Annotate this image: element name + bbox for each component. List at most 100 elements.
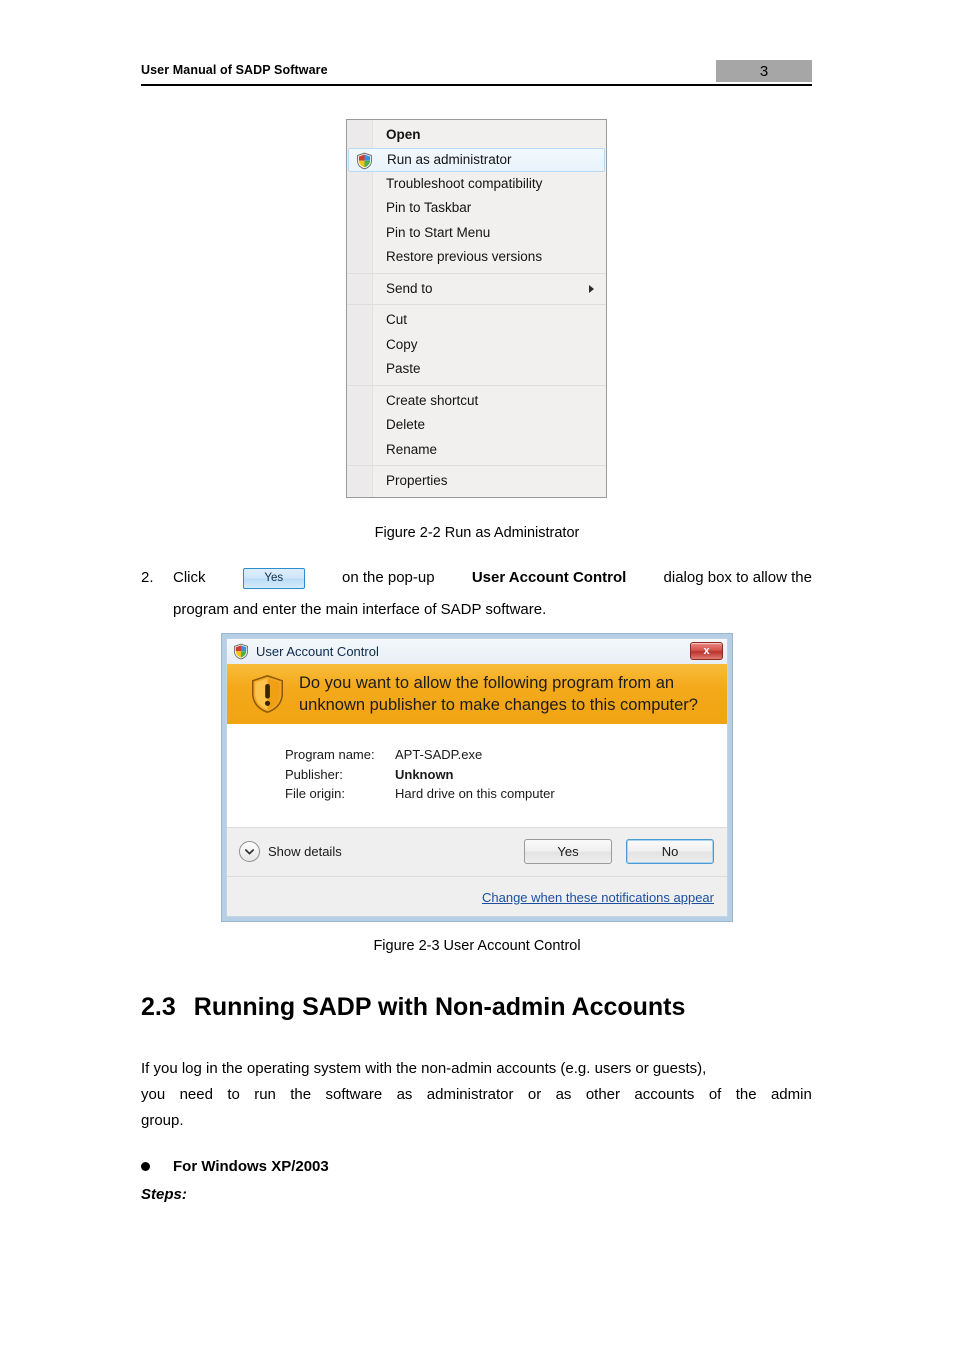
file-context-menu[interactable]: Open Run as administrator Troubleshoot com… bbox=[346, 119, 607, 498]
uac-title-text: User Account Control bbox=[256, 644, 379, 659]
section-paragraph: If you log in the operating system with … bbox=[141, 1056, 812, 1134]
menu-item-restore-previous-versions[interactable]: Restore previous versions bbox=[347, 245, 606, 270]
menu-item-cut[interactable]: Cut bbox=[347, 308, 606, 333]
paragraph-word: you bbox=[141, 1086, 166, 1103]
section-number: 2.3 bbox=[141, 993, 176, 1021]
paragraph-word: of bbox=[708, 1086, 722, 1103]
bullet-label: For Windows XP/2003 bbox=[173, 1158, 329, 1175]
warning-shield-icon bbox=[250, 674, 285, 714]
paragraph-word: accounts bbox=[634, 1086, 695, 1103]
show-details-toggle[interactable]: Show details bbox=[239, 841, 342, 862]
detail-label: File origin: bbox=[285, 786, 345, 801]
detail-row: Program name: APT-SADP.exe bbox=[285, 745, 727, 765]
menu-item-copy[interactable]: Copy bbox=[347, 333, 606, 358]
paragraph-word: the bbox=[290, 1086, 312, 1103]
detail-value: APT-SADP.exe bbox=[395, 747, 483, 762]
section-heading: 2.3 Running SADP with Non-admin Accounts bbox=[141, 993, 685, 1022]
uac-no-button[interactable]: No bbox=[626, 839, 714, 864]
shield-icon bbox=[356, 152, 373, 170]
detail-label: Program name: bbox=[285, 747, 375, 762]
menu-item-label: Pin to Taskbar bbox=[386, 200, 472, 215]
section-title: Running SADP with Non-admin Accounts bbox=[193, 993, 686, 1021]
menu-group: Properties bbox=[347, 465, 606, 497]
menu-item-pin-to-start-menu[interactable]: Pin to Start Menu bbox=[347, 221, 606, 246]
detail-row: Publisher: Unknown bbox=[285, 765, 727, 785]
bullet-windows-xp-2003: For Windows XP/2003 bbox=[141, 1158, 329, 1175]
menu-group: Cut Copy Paste bbox=[347, 304, 606, 385]
menu-item-label: Restore previous versions bbox=[386, 249, 543, 264]
uac-yes-button[interactable]: Yes bbox=[524, 839, 612, 864]
step-2-segment-a: on the pop-up bbox=[342, 569, 435, 586]
chevron-down-icon bbox=[239, 841, 260, 862]
paragraph-word: as bbox=[555, 1086, 572, 1103]
menu-item-label: Properties bbox=[386, 473, 448, 488]
uac-dialog-inner: User Account Control x Do you want to al bbox=[226, 638, 728, 917]
step-2-number: 2. bbox=[141, 569, 154, 586]
chevron-right-icon bbox=[589, 284, 594, 293]
menu-item-label: Rename bbox=[386, 441, 438, 457]
step-2-segment-b: dialog box to allow the bbox=[663, 569, 812, 586]
paragraph-word: as bbox=[396, 1086, 413, 1103]
detail-value: Unknown bbox=[395, 766, 454, 782]
step-2-click-label: Click bbox=[173, 569, 206, 586]
menu-item-label: Create shortcut bbox=[386, 392, 479, 408]
menu-item-label: Cut bbox=[386, 312, 408, 327]
running-header: User Manual of SADP Software 3 bbox=[141, 60, 812, 86]
menu-item-troubleshoot-compatibility[interactable]: Troubleshoot compatibility bbox=[347, 172, 606, 197]
uac-program-details: Program name: APT-SADP.exe Publisher: Unkno… bbox=[227, 724, 727, 827]
detail-label: Publisher: bbox=[285, 766, 343, 782]
menu-item-label: Run as administrator bbox=[387, 151, 512, 167]
menu-item-label: Copy bbox=[386, 336, 418, 352]
paragraph-word: run bbox=[254, 1086, 276, 1103]
step-2-line-2: program and enter the main interface of … bbox=[173, 601, 547, 618]
paragraph-line-1: If you log in the operating system with … bbox=[141, 1060, 707, 1077]
menu-item-label: Pin to Start Menu bbox=[386, 224, 491, 240]
menu-item-label: Open bbox=[386, 127, 421, 142]
step-2-bold-term: User Account Control bbox=[471, 569, 627, 586]
header-title: User Manual of SADP Software bbox=[141, 63, 328, 77]
menu-item-paste[interactable]: Paste bbox=[347, 357, 606, 382]
paragraph-word: administrator bbox=[426, 1086, 514, 1103]
paragraph-line-3: group. bbox=[141, 1112, 184, 1129]
uac-title-bar: User Account Control x bbox=[227, 639, 727, 664]
document-page: User Manual of SADP Software 3 Open Run a… bbox=[0, 0, 954, 1350]
windows-shield-icon bbox=[233, 643, 249, 660]
detail-row: File origin: Hard drive on this computer bbox=[285, 784, 727, 804]
uac-banner-line-2: unknown publisher to make changes to thi… bbox=[299, 696, 698, 714]
bullet-dot-icon bbox=[141, 1162, 150, 1171]
uac-banner-line-1: Do you want to allow the following progr… bbox=[299, 674, 675, 692]
paragraph-word: or bbox=[527, 1086, 542, 1103]
page-number-box: 3 bbox=[716, 60, 812, 82]
menu-item-label: Troubleshoot compatibility bbox=[386, 175, 543, 191]
menu-item-send-to[interactable]: Send to bbox=[347, 277, 606, 302]
menu-item-label: Send to bbox=[386, 280, 433, 296]
menu-item-properties[interactable]: Properties bbox=[347, 469, 606, 494]
menu-item-delete[interactable]: Delete bbox=[347, 413, 606, 438]
menu-group: Send to bbox=[347, 272, 606, 305]
uac-footer: Change when these notifications appear bbox=[227, 875, 727, 916]
menu-group: Create shortcut Delete Rename bbox=[347, 384, 606, 466]
show-details-label: Show details bbox=[268, 844, 342, 859]
close-icon[interactable]: x bbox=[690, 642, 723, 660]
user-account-control-dialog: User Account Control x Do you want to al bbox=[221, 633, 733, 922]
menu-item-open[interactable]: Open bbox=[347, 123, 606, 148]
menu-item-label: Delete bbox=[386, 417, 426, 432]
menu-item-label: Paste bbox=[386, 361, 421, 376]
menu-item-create-shortcut[interactable]: Create shortcut bbox=[347, 389, 606, 414]
menu-item-run-as-administrator[interactable]: Run as administrator bbox=[348, 147, 605, 172]
step-2-line-1: Click Yes on the pop-up User Account Con… bbox=[173, 562, 812, 594]
paragraph-word: admin bbox=[770, 1086, 812, 1103]
step-2: 2. Click Yes on the pop-up User Account … bbox=[141, 562, 812, 626]
menu-group: Open Run as administrator Troubleshoot com… bbox=[347, 120, 606, 273]
steps-label: Steps: bbox=[141, 1186, 187, 1203]
menu-item-rename[interactable]: Rename bbox=[347, 438, 606, 463]
figure-2-2-caption: Figure 2-2 Run as Administrator bbox=[374, 525, 580, 541]
change-notifications-link[interactable]: Change when these notifications appear bbox=[482, 890, 714, 905]
yes-button-inline[interactable]: Yes bbox=[242, 567, 305, 589]
paragraph-word: software bbox=[325, 1086, 383, 1103]
uac-banner: Do you want to allow the following progr… bbox=[227, 664, 727, 724]
menu-item-pin-to-taskbar[interactable]: Pin to Taskbar bbox=[347, 196, 606, 221]
paragraph-line-2: you need to run the software as administrator or… bbox=[141, 1082, 812, 1108]
figure-2-3-caption: Figure 2-3 User Account Control bbox=[373, 938, 581, 954]
step-2-body: Click Yes on the pop-up User Account Con… bbox=[173, 562, 812, 626]
